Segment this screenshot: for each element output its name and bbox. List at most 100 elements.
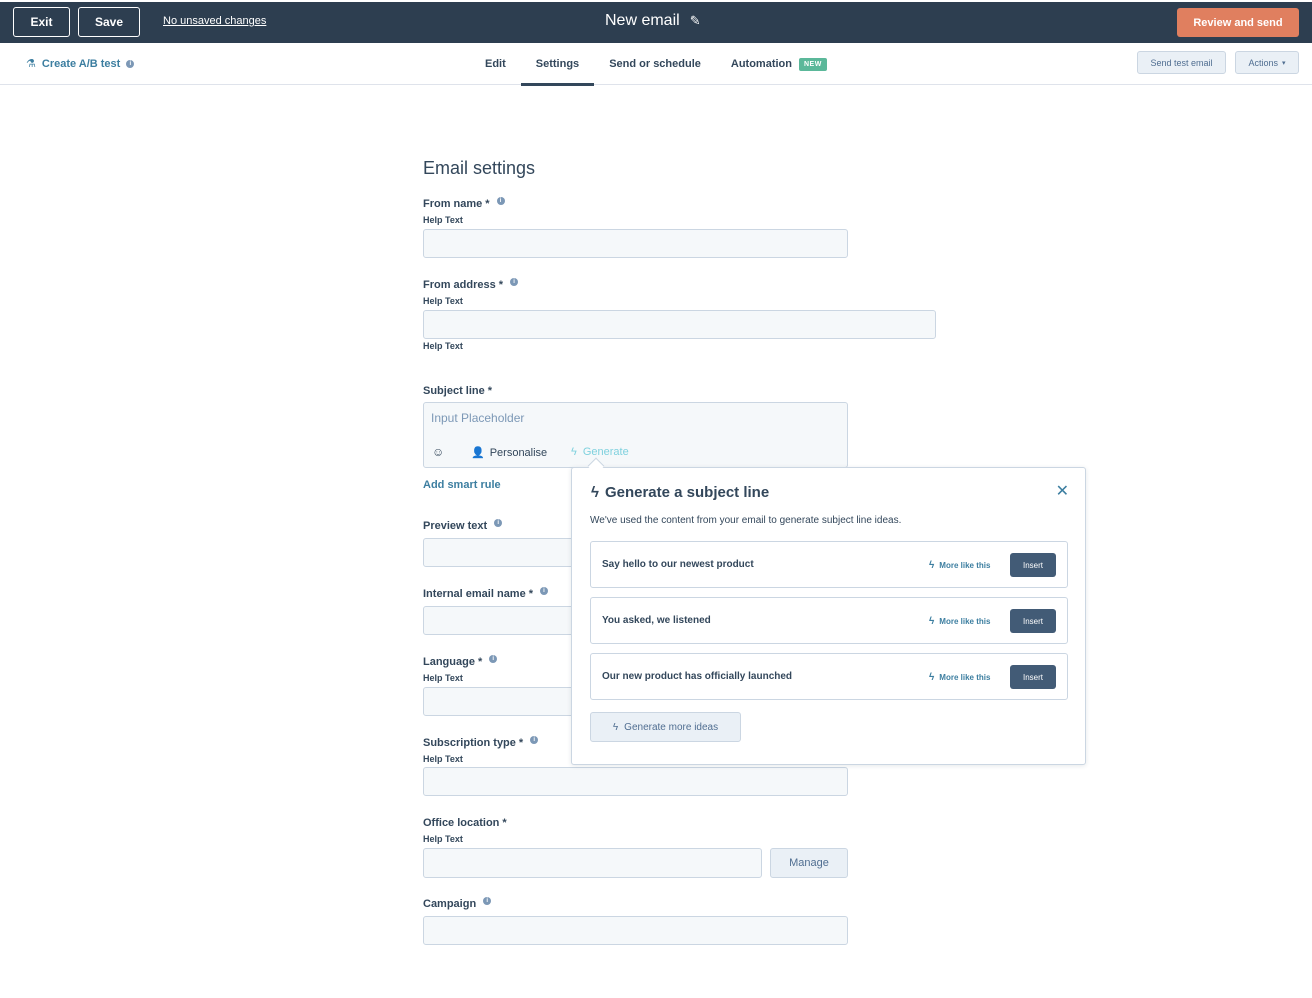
from-name-label-text: From name [423,198,483,210]
insert-button[interactable]: Insert [1010,665,1056,689]
review-and-send-button[interactable]: Review and send [1177,8,1299,37]
lightning-icon: ϟ [571,446,577,458]
office-location-help: Help Text [423,834,463,844]
person-icon: 👤 [471,447,485,459]
from-address-label-text: From address [423,279,496,291]
generate-more-label: Generate more ideas [624,721,719,733]
caret-down-icon: ▾ [1282,59,1286,67]
save-button[interactable]: Save [78,7,140,37]
pencil-icon[interactable]: ✎ [690,13,701,29]
personalise-button[interactable]: 👤 Personalise [471,446,548,460]
lightning-icon: ϟ [612,721,619,733]
actions-label: Actions [1248,57,1278,68]
subscription-type-label: Subscription type * i [423,736,539,749]
personalise-label: Personalise [489,446,548,459]
subject-idea-card: You asked, we listened ϟ More like this … [590,597,1068,644]
from-address-help-below: Help Text [423,341,463,351]
email-title[interactable]: New email ✎ [605,12,701,30]
more-like-this-button[interactable]: ϟ More like this [929,560,990,571]
lightning-icon: ϟ [929,672,935,683]
generate-button[interactable]: ϟ Generate [571,446,629,458]
add-smart-rule-link[interactable]: Add smart rule [423,479,501,491]
required-marker: * [498,279,504,291]
campaign-label: Campaign i [423,897,492,910]
info-icon[interactable]: i [494,519,503,527]
info-icon[interactable]: i [126,59,135,68]
more-like-this-label: More like this [939,617,991,626]
tab-automation[interactable]: Automation NEW [716,43,842,85]
tab-edit[interactable]: Edit [470,43,521,85]
required-marker: * [485,198,490,210]
subject-line-input[interactable]: Input Placeholder ☺ 👤 Personalise ϟ Gene… [423,402,848,468]
required-marker: * [502,817,507,829]
subscription-type-select[interactable] [423,767,848,796]
subject-idea-text: Our new product has officially launched [602,671,793,682]
info-icon[interactable]: i [510,278,519,286]
subject-idea-card: Our new product has officially launched … [590,653,1068,700]
tab-automation-label: Automation [730,58,792,70]
send-test-email-button[interactable]: Send test email [1137,51,1226,74]
emoji-icon[interactable]: ☺ [432,445,444,459]
insert-button[interactable]: Insert [1010,609,1056,633]
flask-icon: ⚗ [26,58,36,70]
sub-navigation: ⚗ Create A/B test i Edit Settings Send o… [0,43,1312,86]
subject-line-label: Subject line * [423,385,492,397]
subscription-type-help: Help Text [423,754,463,764]
language-help: Help Text [423,673,463,683]
subject-line-placeholder: Input Placeholder [431,411,525,425]
required-marker: * [487,385,493,397]
more-like-this-label: More like this [939,561,991,570]
from-address-label: From address * i [423,278,519,291]
more-like-this-button[interactable]: ϟ More like this [929,672,990,683]
lightning-icon: ϟ [929,616,935,627]
info-icon[interactable]: i [489,655,498,663]
popover-description: We've used the content from your email t… [590,515,902,526]
page-title: Email settings [423,158,536,178]
info-icon[interactable]: i [483,897,492,905]
info-icon[interactable]: i [530,736,539,744]
tab-settings[interactable]: Settings [520,43,595,86]
unsaved-changes-link[interactable]: No unsaved changes [163,15,266,27]
campaign-label-text: Campaign [423,898,477,910]
close-icon[interactable]: ✕ [1056,481,1069,501]
subject-line-label-text: Subject line [423,385,485,397]
create-ab-test-link[interactable]: ⚗ Create A/B test i [26,57,135,70]
office-location-label: Office location * [423,817,507,829]
new-badge: NEW [799,57,827,71]
internal-name-label-text: Internal email name [423,588,526,600]
insert-button[interactable]: Insert [1010,553,1056,577]
ab-test-label: Create A/B test [41,57,121,70]
tab-send-or-schedule[interactable]: Send or schedule [594,43,716,85]
subject-idea-text: Say hello to our newest product [602,559,754,570]
preview-text-label-text: Preview text [423,520,488,532]
office-location-label-text: Office location [423,817,500,829]
from-address-input[interactable] [423,310,936,339]
from-name-input[interactable] [423,229,848,258]
exit-button[interactable]: Exit [13,7,70,37]
generate-label: Generate [582,446,629,458]
email-title-text: New email [605,12,680,29]
subscription-type-label-text: Subscription type [423,737,516,749]
subject-idea-text: You asked, we listened [602,615,711,626]
manage-button[interactable]: Manage [770,848,848,878]
campaign-select[interactable] [423,916,848,945]
preview-text-label: Preview text i [423,519,503,532]
from-name-label: From name * i [423,197,505,210]
tab-bar: Edit Settings Send or schedule Automatio… [470,43,842,86]
generate-more-ideas-button[interactable]: ϟ Generate more ideas [590,712,741,742]
info-icon[interactable]: i [496,197,505,205]
generate-subject-popover: ϟ Generate a subject line ✕ We've used t… [571,467,1086,765]
language-label-text: Language [423,656,475,668]
more-like-this-label: More like this [939,673,991,682]
more-like-this-button[interactable]: ϟ More like this [929,616,990,627]
required-marker: * [528,588,533,600]
required-marker: * [477,656,483,668]
language-label: Language * i [423,655,498,668]
subject-idea-card: Say hello to our newest product ϟ More l… [590,541,1068,588]
popover-title-text: Generate a subject line [604,484,770,501]
lightning-icon: ϟ [591,484,599,501]
office-location-select[interactable] [423,848,762,878]
info-icon[interactable]: i [540,587,548,595]
actions-dropdown[interactable]: Actions ▾ [1235,51,1299,74]
from-address-help: Help Text [423,296,463,306]
